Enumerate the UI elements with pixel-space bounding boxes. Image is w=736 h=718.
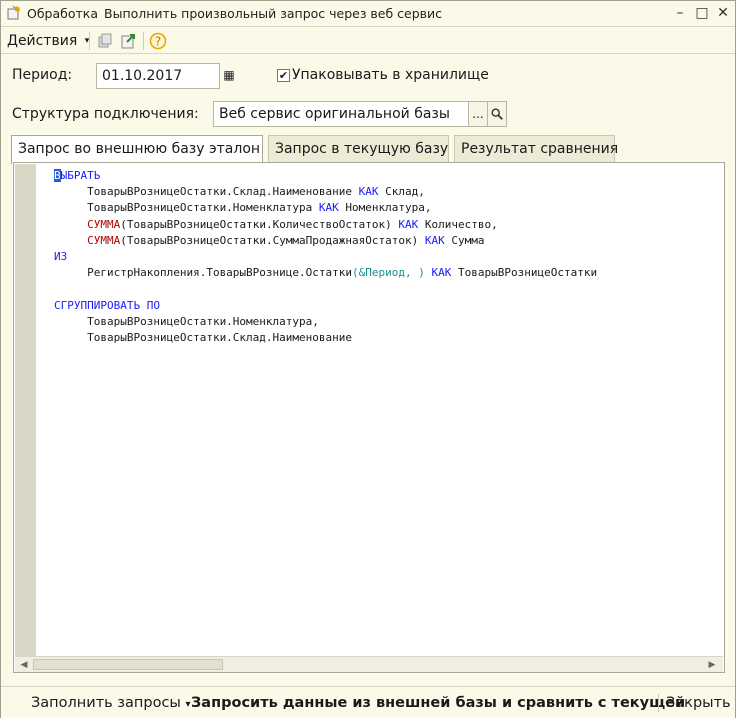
tab-comparison-result[interactable]: Результат сравнения bbox=[454, 135, 618, 162]
toolbar-separator bbox=[143, 32, 144, 50]
help-icon[interactable]: ? bbox=[148, 31, 168, 51]
code-token-pr: (&Период, ) bbox=[352, 266, 425, 280]
code-token-kw: ИЗ bbox=[54, 250, 68, 264]
code-token: ТоварыВРозницеОстатки.Номенклатура, bbox=[54, 314, 319, 328]
query-code[interactable]: ВЫБРАТЬ ТоварыВРозницеОстатки.Склад.Наим… bbox=[54, 168, 597, 346]
horizontal-scrollbar[interactable]: ◀ ▶ bbox=[15, 656, 723, 672]
copy-icon[interactable] bbox=[95, 31, 115, 51]
structure-connection-input[interactable]: Веб сервис оригинальной базы bbox=[213, 101, 469, 127]
editor-gutter bbox=[15, 164, 36, 657]
code-token-cursor: В bbox=[54, 169, 61, 182]
code-token-kw: СГРУППИРОВАТЬ ПО bbox=[54, 298, 160, 312]
code-token-kw: КАК bbox=[358, 185, 379, 199]
svg-text:?: ? bbox=[155, 35, 161, 49]
code-line: СУММА(ТоварыВРозницеОстатки.КоличествоОс… bbox=[54, 217, 597, 233]
minimize-button[interactable]: – bbox=[671, 4, 689, 22]
code-line: ТоварыВРозницеОстатки.Склад.Наименование… bbox=[54, 184, 597, 200]
code-token: ТоварыВРозницеОстатки.Склад.Наименование bbox=[54, 331, 353, 345]
title-bar: Обработка Выполнить произвольный запрос ч… bbox=[1, 1, 735, 27]
window-title-text: Выполнить произвольный запрос через веб … bbox=[104, 6, 443, 21]
code-token: Склад, bbox=[378, 185, 425, 199]
code-token: ТоварыВРозницеОстатки.Номенклатура bbox=[54, 201, 319, 215]
code-token: РегистрНакопления.ТоварыВРознице.Остатки bbox=[54, 266, 353, 280]
code-token-kw: ЫБРАТЬ bbox=[60, 169, 101, 182]
scroll-right-icon[interactable]: ▶ bbox=[705, 658, 719, 672]
chevron-down-icon: ▾ bbox=[185, 699, 191, 710]
scrollbar-thumb[interactable] bbox=[33, 659, 223, 670]
code-token: (ТоварыВРозницеОстатки.СуммаПродажнаяОст… bbox=[120, 233, 425, 247]
toolbar-separator bbox=[89, 32, 90, 50]
search-icon[interactable] bbox=[487, 101, 507, 127]
period-label: Период: bbox=[12, 67, 73, 83]
code-line: ТоварыВРозницеОстатки.Склад.Наименование bbox=[54, 330, 597, 346]
fill-queries-label: Заполнить запросы bbox=[31, 695, 181, 711]
processing-window: Обработка Выполнить произвольный запрос ч… bbox=[0, 0, 736, 718]
code-line: СУММА(ТоварыВРозницеОстатки.СуммаПродажн… bbox=[54, 233, 597, 249]
toolbar: Действия ▾ ? bbox=[1, 28, 735, 54]
processing-app-icon bbox=[7, 5, 20, 20]
tab-current-base-query[interactable]: Запрос в текущую базу bbox=[268, 135, 449, 162]
period-date-input[interactable]: 01.10.2017 bbox=[96, 63, 220, 89]
maximize-button[interactable]: □ bbox=[693, 4, 711, 22]
structure-label: Структура подключения: bbox=[12, 106, 199, 122]
scroll-left-icon[interactable]: ◀ bbox=[17, 658, 31, 672]
code-line: СГРУППИРОВАТЬ ПО bbox=[54, 298, 597, 314]
bottom-separator bbox=[658, 694, 659, 712]
code-token: ТоварыВРозницеОстатки bbox=[451, 266, 598, 280]
code-token: Номенклатура, bbox=[338, 201, 432, 215]
code-token-fn: СУММА bbox=[87, 217, 121, 231]
fill-queries-button[interactable]: Заполнить запросы ▾ bbox=[31, 694, 191, 714]
code-line: ИЗ bbox=[54, 249, 597, 265]
export-icon[interactable] bbox=[119, 31, 139, 51]
code-token: ТоварыВРозницеОстатки.Склад.Наименование bbox=[54, 185, 359, 199]
code-token-kw: КАК bbox=[398, 217, 419, 231]
code-line: РегистрНакопления.ТоварыВРознице.Остатки… bbox=[54, 265, 597, 281]
request-compare-button[interactable]: Запросить данные из внешней базы и сравн… bbox=[191, 694, 685, 712]
window-title: Обработка Выполнить произвольный запрос ч… bbox=[27, 6, 442, 21]
calendar-icon[interactable]: ▦ bbox=[219, 63, 239, 89]
bottom-command-bar: Заполнить запросы ▾ Запросить данные из … bbox=[1, 686, 735, 718]
code-token: Количество, bbox=[418, 217, 498, 231]
code-token-kw: КАК bbox=[431, 266, 452, 280]
code-line: ТоварыВРозницеОстатки.Номенклатура, bbox=[54, 314, 597, 330]
close-button[interactable]: Закрыть bbox=[666, 694, 731, 712]
window-app-label: Обработка bbox=[27, 6, 98, 21]
query-text-editor[interactable]: ВЫБРАТЬ ТоварыВРозницеОстатки.Склад.Наим… bbox=[13, 162, 725, 673]
pack-storage-label: Упаковывать в хранилище bbox=[292, 67, 489, 83]
select-button[interactable]: ... bbox=[468, 101, 488, 127]
code-token: Сумма bbox=[444, 233, 485, 247]
close-window-button[interactable]: ✕ bbox=[714, 4, 732, 22]
code-token-kw: КАК bbox=[424, 233, 445, 247]
actions-menu-button[interactable]: Действия ▾ bbox=[7, 31, 89, 51]
tab-external-reference-query[interactable]: Запрос во внешнюю базу эталон bbox=[11, 135, 263, 164]
code-line: ВЫБРАТЬ bbox=[54, 168, 597, 184]
code-token-kw: КАК bbox=[318, 201, 339, 215]
code-token-fn: СУММА bbox=[87, 233, 121, 247]
code-token: (ТоварыВРозницеОстатки.КоличествоОстаток… bbox=[120, 217, 399, 231]
actions-menu-label: Действия bbox=[7, 33, 78, 49]
pack-storage-checkbox[interactable]: ✔ bbox=[277, 69, 290, 82]
code-line: ТоварыВРозницеОстатки.Номенклатура КАК Н… bbox=[54, 200, 597, 216]
